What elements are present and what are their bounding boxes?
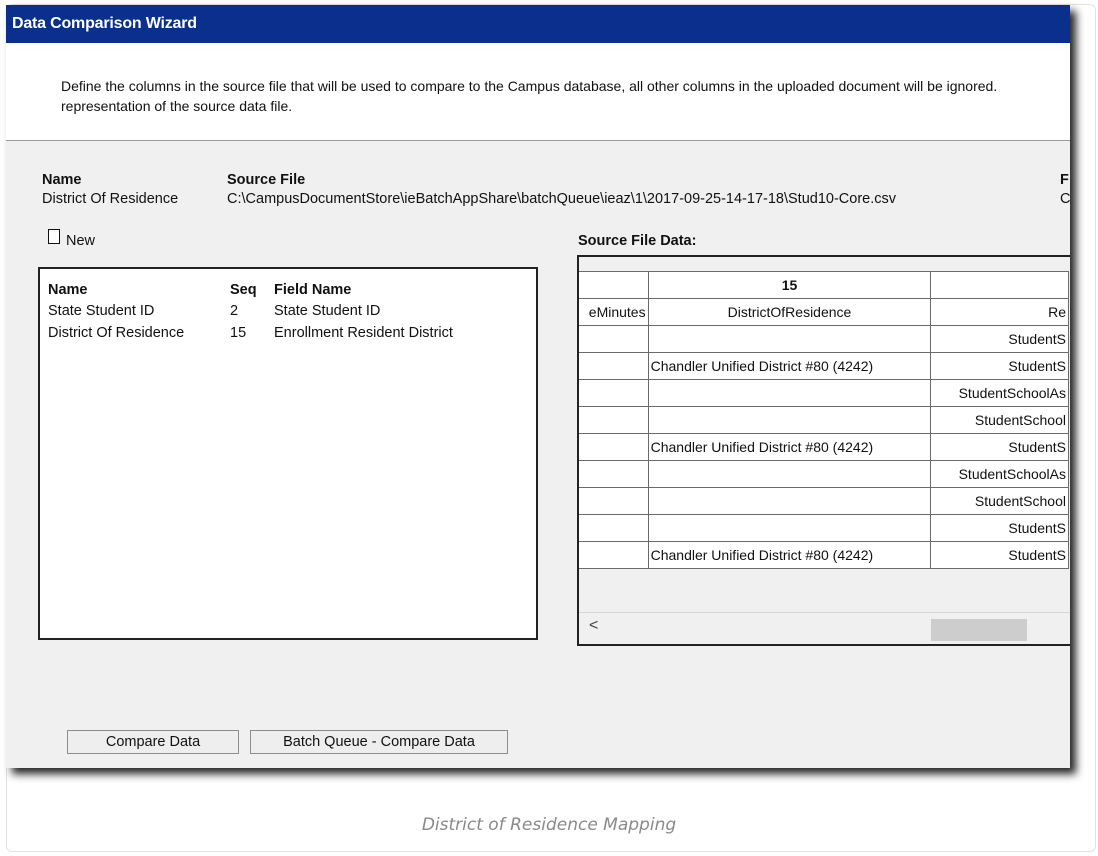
mapping-field-name: Enrollment Resident District <box>274 325 453 341</box>
data-row: StudentSchool <box>579 487 1069 515</box>
data-cell: StudentS <box>930 433 1069 461</box>
data-cell: StudentSchool <box>930 487 1069 515</box>
window-title: Data Comparison Wizard <box>6 5 1070 43</box>
source-file-path: C:\CampusDocumentStore\ieBatchAppShare\b… <box>227 191 896 207</box>
data-cell: Chandler Unified District #80 (4242) <box>647 352 932 380</box>
mapping-seq: 2 <box>230 303 239 319</box>
data-row: StudentS <box>579 514 1069 542</box>
mapping-row[interactable]: State Student ID 2 State Student ID <box>40 303 536 325</box>
data-cell <box>647 487 932 515</box>
data-cell <box>647 325 932 353</box>
scrollbar-thumb[interactable] <box>931 619 1027 641</box>
new-document-icon[interactable] <box>48 229 60 244</box>
column-number-cell <box>930 271 1069 299</box>
data-row: Chandler Unified District #80 (4242) Stu… <box>579 541 1069 569</box>
scroll-left-arrow-icon[interactable]: < <box>589 617 598 635</box>
wizard-window: Data Comparison Wizard Define the column… <box>6 5 1070 768</box>
data-cell: Chandler Unified District #80 (4242) <box>647 541 932 569</box>
data-cell <box>647 460 932 488</box>
data-cell <box>647 406 932 434</box>
mapping-name: District Of Residence <box>48 325 185 341</box>
instructions-text: Define the columns in the source file th… <box>61 78 998 114</box>
mapping-seq: 15 <box>230 325 247 341</box>
data-cell <box>579 352 649 380</box>
field-header-cell: DistrictOfResidence <box>647 298 932 326</box>
data-cell <box>647 379 932 407</box>
data-cell <box>579 379 649 407</box>
data-cell <box>579 460 649 488</box>
data-cell: StudentS <box>930 325 1069 353</box>
data-cell <box>579 433 649 461</box>
batch-queue-compare-data-button[interactable]: Batch Queue - Compare Data <box>250 730 508 754</box>
mapping-name: State Student ID <box>48 303 155 319</box>
data-cell: StudentS <box>930 541 1069 569</box>
field-header-cell: eMinutes <box>579 298 649 326</box>
extra-column-header: F <box>1060 172 1069 188</box>
data-cell: StudentSchool <box>930 406 1069 434</box>
extra-column-value: C <box>1060 191 1070 207</box>
mapping-field-name: State Student ID <box>274 303 381 319</box>
column-header-name: Name <box>48 282 88 298</box>
mapping-header-row: Name Seq Field Name <box>40 282 536 304</box>
data-cell <box>579 487 649 515</box>
source-data-grid[interactable]: 15 eMinutes DistrictOfResidence Re Stude… <box>577 255 1070 646</box>
source-data-table: 15 eMinutes DistrictOfResidence Re Stude… <box>579 271 1069 569</box>
column-number-cell: 15 <box>647 271 932 299</box>
new-button[interactable]: New <box>66 233 95 249</box>
compare-data-button[interactable]: Compare Data <box>67 730 239 754</box>
data-cell: StudentS <box>930 514 1069 542</box>
data-cell <box>647 514 932 542</box>
data-row: StudentSchoolAs <box>579 460 1069 488</box>
field-mapping-list: Name Seq Field Name State Student ID 2 S… <box>38 267 538 640</box>
data-cell <box>579 541 649 569</box>
data-row: StudentSchool <box>579 406 1069 434</box>
field-header-row: eMinutes DistrictOfResidence Re <box>579 298 1069 326</box>
column-number-row: 15 <box>579 271 1069 299</box>
data-cell: StudentSchoolAs <box>930 460 1069 488</box>
data-row: StudentS <box>579 325 1069 353</box>
wizard-body: Name District Of Residence Source File C… <box>6 141 1070 768</box>
data-cell: Chandler Unified District #80 (4242) <box>647 433 932 461</box>
data-cell: StudentS <box>930 352 1069 380</box>
data-cell <box>579 325 649 353</box>
data-row: StudentSchoolAs <box>579 379 1069 407</box>
column-header-seq: Seq <box>230 282 257 298</box>
name-header: Name <box>42 172 82 188</box>
field-header-cell: Re <box>930 298 1069 326</box>
instructions-panel: Define the columns in the source file th… <box>6 43 1070 141</box>
source-data-title: Source File Data: <box>578 233 697 249</box>
name-value: District Of Residence <box>42 191 179 207</box>
data-cell: StudentSchoolAs <box>930 379 1069 407</box>
column-header-field-name: Field Name <box>274 282 352 298</box>
mapping-row[interactable]: District Of Residence 15 Enrollment Resi… <box>40 325 536 347</box>
figure-caption: District of Residence Mapping <box>421 815 677 835</box>
data-cell <box>579 514 649 542</box>
data-row: Chandler Unified District #80 (4242) Stu… <box>579 433 1069 461</box>
source-file-header: Source File <box>227 172 306 188</box>
column-number-cell <box>579 271 649 299</box>
data-cell <box>579 406 649 434</box>
data-row: Chandler Unified District #80 (4242) Stu… <box>579 352 1069 380</box>
horizontal-scrollbar[interactable]: < <box>579 612 1070 644</box>
